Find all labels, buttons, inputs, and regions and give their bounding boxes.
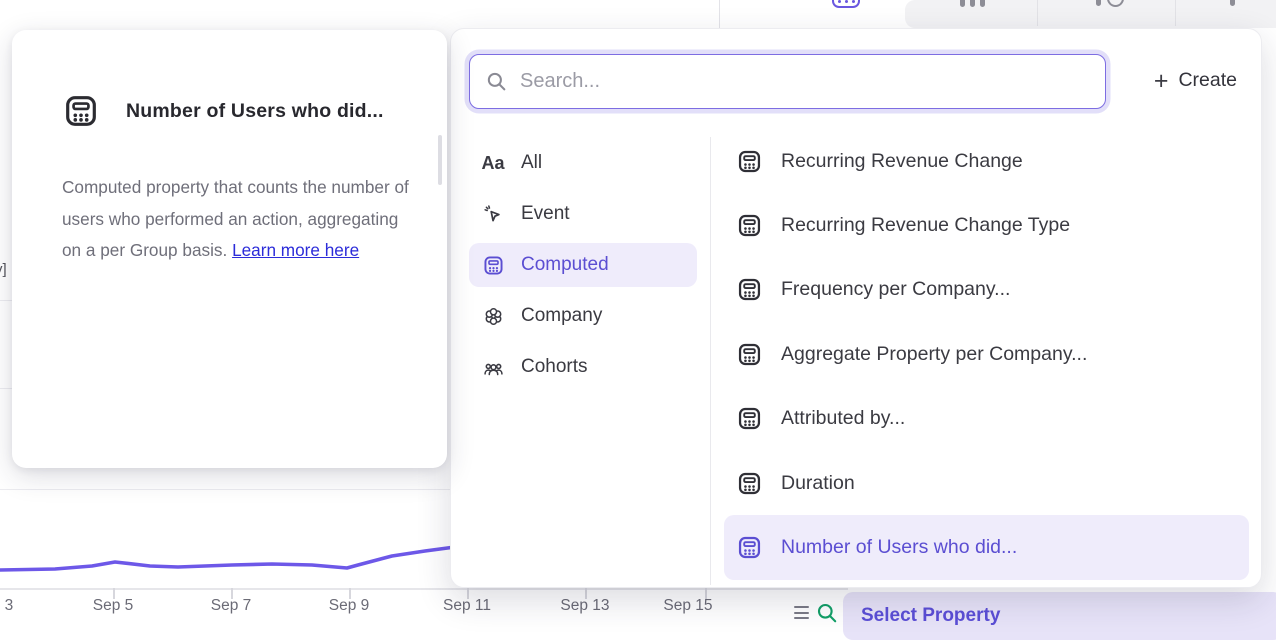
background-row-divider xyxy=(0,388,12,389)
company-cluster-icon xyxy=(481,304,505,328)
category-all[interactable]: Aa All xyxy=(469,141,697,185)
tab-funnel[interactable] xyxy=(960,0,990,9)
axis-label: Sep 3 xyxy=(0,597,28,615)
learn-more-link[interactable]: Learn more here xyxy=(232,240,359,260)
calculator-icon xyxy=(736,470,763,497)
line-chart xyxy=(0,520,480,590)
create-button[interactable]: + Create xyxy=(1154,69,1237,92)
calculator-icon xyxy=(736,212,763,239)
calculator-icon xyxy=(481,253,505,277)
axis-label: Sep 11 xyxy=(432,597,502,615)
property-item[interactable]: Frequency per Company... xyxy=(724,258,1249,322)
tab-divider xyxy=(1175,0,1176,26)
calculator-icon xyxy=(736,276,763,303)
clipped-text-fragment: v] xyxy=(0,261,7,278)
drag-handle-icon[interactable] xyxy=(794,606,809,623)
metrics-calculator-icon xyxy=(832,0,860,8)
tab-flows[interactable] xyxy=(1230,0,1240,9)
category-company[interactable]: Company xyxy=(469,294,697,338)
aa-text-icon: Aa xyxy=(481,151,505,175)
axis-label: Sep 9 xyxy=(314,597,384,615)
funnel-icon xyxy=(960,0,965,7)
property-item[interactable]: Attributed by... xyxy=(724,387,1249,451)
tooltip-description: Computed property that counts the number… xyxy=(62,172,422,267)
property-info-tooltip: Number of Users who did... Computed prop… xyxy=(12,30,447,468)
tab-divider xyxy=(1037,0,1038,26)
axis-label: Sep 7 xyxy=(196,597,266,615)
retention-icon xyxy=(1096,0,1101,6)
select-property-button[interactable]: Select Property xyxy=(843,592,1276,640)
category-list: Aa All Event Computed xyxy=(469,141,697,396)
property-item[interactable]: Recurring Revenue Change Type xyxy=(724,193,1249,257)
cohorts-people-icon xyxy=(481,355,505,379)
axis-label: Sep 5 xyxy=(78,597,148,615)
background-section-divider xyxy=(0,489,452,490)
search-icon xyxy=(485,70,508,93)
calculator-icon xyxy=(736,405,763,432)
axis-label: Sep 13 xyxy=(550,597,620,615)
tab-retention[interactable] xyxy=(1096,0,1128,9)
plus-icon: + xyxy=(1154,71,1169,91)
app-screen: v] Sep 3 Sep 5 Sep 7 Sep 9 Sep 11 Sep 13 Sep 1… xyxy=(0,0,1276,642)
search-input[interactable] xyxy=(469,54,1106,109)
event-wand-icon xyxy=(481,202,505,226)
property-list: Recurring Revenue Change Recurring Reven… xyxy=(724,129,1249,580)
category-event[interactable]: Event xyxy=(469,192,697,236)
property-item[interactable]: Recurring Revenue Change xyxy=(724,129,1249,193)
chart-line xyxy=(0,545,470,570)
property-item[interactable]: Aggregate Property per Company... xyxy=(724,322,1249,386)
list-divider xyxy=(710,137,711,585)
tooltip-title: Number of Users who did... xyxy=(126,100,384,123)
category-computed[interactable]: Computed xyxy=(469,243,697,287)
property-item[interactable]: Duration xyxy=(724,451,1249,515)
tab-metrics[interactable] xyxy=(832,0,862,9)
property-item-selected[interactable]: Number of Users who did... xyxy=(724,515,1249,579)
scrollbar-thumb[interactable] xyxy=(438,135,442,185)
calculator-icon xyxy=(736,148,763,175)
background-row-divider xyxy=(0,300,12,301)
calculator-icon xyxy=(736,534,763,561)
calculator-icon xyxy=(62,92,100,130)
category-cohorts[interactable]: Cohorts xyxy=(469,345,697,389)
property-picker-dropdown: + Create Aa All Event xyxy=(450,28,1262,588)
calculator-icon xyxy=(736,341,763,368)
property-search-icon xyxy=(815,601,839,625)
flows-icon xyxy=(1230,0,1235,6)
axis-label: Sep 15 xyxy=(653,597,723,615)
search-field-wrap xyxy=(469,54,1106,109)
x-axis-line xyxy=(0,588,848,590)
report-tab-bar xyxy=(720,0,1276,28)
select-property-label: Select Property xyxy=(861,605,1000,627)
